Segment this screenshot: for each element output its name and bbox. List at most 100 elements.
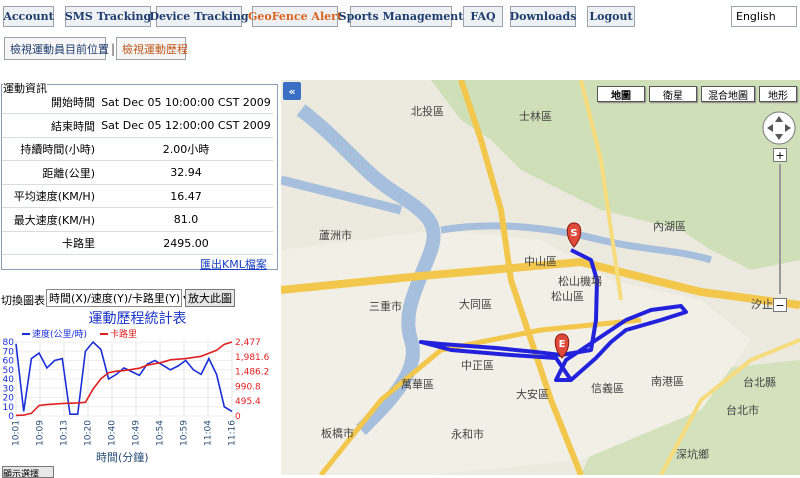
district-label: 三重市 xyxy=(369,299,402,313)
info-row-value: 32.94 xyxy=(170,166,202,179)
chart-left-tick-label: 0 xyxy=(8,412,14,422)
chart-type-select[interactable]: 時間(X)/速度(Y)/卡路里(Y) ▼ xyxy=(46,289,189,307)
chart-type-value: 時間(X)/速度(Y)/卡路里(Y) xyxy=(49,292,181,305)
district-label: 中山區 xyxy=(524,255,557,268)
nav-sports-management-button[interactable]: Sports Management xyxy=(339,6,463,27)
chart-x-tick-label: 10:09 xyxy=(36,420,46,446)
info-row-label: 卡路里 xyxy=(62,237,95,250)
info-row-value: 16.47 xyxy=(170,189,202,203)
info-row-label: 結束時間 xyxy=(51,119,95,133)
export-kml-link[interactable]: 匯出KML檔案 xyxy=(200,256,267,272)
district-label: 中正區 xyxy=(461,359,494,372)
info-row-value: 2.00小時 xyxy=(162,143,210,156)
district-label: 永和市 xyxy=(451,427,484,441)
chart-x-tick-label: 11:16 xyxy=(228,420,238,446)
info-row-label: 持續時間(小時) xyxy=(20,143,95,156)
info-row-label: 距離(公里) xyxy=(42,166,95,180)
zoom-out-icon[interactable]: − xyxy=(773,298,787,312)
sub-tabs: 檢視運動員目前位置 | 檢視運動歷程 xyxy=(0,34,800,64)
chart-left-tick-label: 70 xyxy=(3,347,15,357)
chart-right-tick-label: 495.4 xyxy=(235,397,261,407)
chart-left-tick-label: 30 xyxy=(3,384,15,394)
zoom-chart-button[interactable]: 放大此圖 xyxy=(185,289,235,307)
chart-right-tick-label: 0 xyxy=(235,412,241,422)
map-type-satellite-button[interactable]: 衛星 xyxy=(649,86,697,102)
chart-x-tick-label: 10:40 xyxy=(108,420,118,446)
district-label: 大安區 xyxy=(516,387,549,401)
map-view[interactable]: S E 北投區 士林區 內湖區 中山區 松山區 松山機場 大同區 三重市 蘆洲市 中正區 萬華區 大安… xyxy=(281,80,800,475)
chart-x-tick-label: 10:13 xyxy=(60,420,70,446)
nav-sms-tracking-button[interactable]: SMS Tracking xyxy=(65,6,151,27)
zoom-in-icon[interactable]: + xyxy=(773,148,787,162)
info-row: 平均速度(KM/H) 16.47 xyxy=(2,185,273,208)
chart-left-tick-label: 50 xyxy=(3,366,15,376)
map-type-terrain-button[interactable]: 地形 xyxy=(759,86,797,102)
map-type-hybrid-button[interactable]: 混合地圖 xyxy=(701,86,755,102)
district-label: 南港區 xyxy=(651,375,684,388)
zoom-slider-track[interactable] xyxy=(779,164,781,294)
pan-control[interactable] xyxy=(761,110,797,146)
district-label: 松山機場 xyxy=(558,274,602,288)
chart-title: 運動歷程統計表 xyxy=(88,311,187,327)
chart-x-tick-label: 10:01 xyxy=(12,420,22,446)
info-row-value: 81.0 xyxy=(173,213,199,226)
svg-text:S: S xyxy=(570,228,577,239)
district-label: 松山區 xyxy=(551,289,584,303)
nav-faq-button[interactable]: FAQ xyxy=(463,6,503,27)
district-label: 大同區 xyxy=(459,297,492,311)
district-label: 台北市 xyxy=(726,403,759,417)
nav-device-tracking-button[interactable]: Device Tracking xyxy=(149,6,249,27)
map-type-map-button[interactable]: 地圖 xyxy=(597,86,645,102)
nav-account-button[interactable]: Account xyxy=(3,6,54,27)
chart-x-tick-label: 10:20 xyxy=(84,420,94,446)
chart-right-tick-label: 990.8 xyxy=(235,382,261,392)
chart-legend-label: 卡路里 xyxy=(110,328,137,340)
map-canvas[interactable]: S E 北投區 士林區內湖區中山區松山區松山機場大同區 三重市 蘆洲市中正區萬華區大安… xyxy=(281,80,800,475)
chart-right-tick-label: 1,981.6 xyxy=(235,353,270,363)
nav-geofence-alert-button[interactable]: GeoFence Alert xyxy=(248,6,342,27)
info-row: 持續時間(小時) 2.00小時 xyxy=(2,138,273,161)
top-navigation: Account SMS Tracking Device Tracking Geo… xyxy=(0,0,800,32)
language-value: English xyxy=(736,10,776,23)
tab-current-position[interactable]: 檢視運動員目前位置 xyxy=(4,37,109,60)
chart-legend-label: 速度(公里/時) xyxy=(32,328,87,340)
district-label: 板橋市 xyxy=(321,426,354,440)
language-select[interactable]: English xyxy=(731,6,797,27)
district-label: 北投區 xyxy=(411,104,444,118)
info-row: 結束時間 Sat Dec 05 12:00:00 CST 2009 xyxy=(2,115,273,138)
chart-right-tick-label: 2,477 xyxy=(235,338,261,348)
district-label: 台北縣 xyxy=(743,375,776,389)
info-row: 距離(公里) 32.94 xyxy=(2,162,273,185)
chart-switch-label: 切換圖表: xyxy=(1,294,49,307)
district-label: 士林區 xyxy=(519,109,552,123)
info-row-value: Sat Dec 05 12:00:00 CST 2009 xyxy=(101,119,271,132)
show-selection-button[interactable]: 顯示選擇 xyxy=(2,466,54,478)
chart-left-tick-label: 60 xyxy=(3,357,15,367)
district-label: 內湖區 xyxy=(653,220,686,233)
chart-x-tick-label: 10:54 xyxy=(156,420,166,446)
chart-right-tick-label: 1,486.2 xyxy=(235,368,269,378)
chart-left-tick-label: 20 xyxy=(3,394,15,404)
tab-history[interactable]: 檢視運動歷程 xyxy=(116,37,188,60)
nav-downloads-button[interactable]: Downloads xyxy=(510,6,576,27)
chart-left-tick-label: 10 xyxy=(3,403,15,413)
info-row-value: 2495.00 xyxy=(163,236,209,250)
svg-text:E: E xyxy=(559,339,566,350)
info-row-label: 開始時間 xyxy=(51,96,95,109)
tab-separator: | xyxy=(111,42,116,56)
chart-x-tick-label: 10:49 xyxy=(132,420,142,446)
chart-left-tick-label: 40 xyxy=(3,375,15,385)
chart-left-tick-label: 80 xyxy=(3,338,15,348)
activity-chart: 10:01 10:09 10:13 10:20 10:40 10:49 10:54 10:59… xyxy=(3,328,270,446)
info-row-value: Sat Dec 05 10:00:00 CST 2009 xyxy=(101,95,271,109)
chart-x-axis-label: 時間(分鐘) xyxy=(96,451,149,464)
collapse-panel-button[interactable]: « xyxy=(283,82,301,100)
district-label: 信義區 xyxy=(591,381,624,395)
info-row: 卡路里 2495.00 xyxy=(2,232,273,255)
nav-logout-button[interactable]: Logout xyxy=(587,6,635,27)
chart-x-tick-label: 10:59 xyxy=(180,420,190,446)
district-label: 蘆洲市 xyxy=(319,228,352,242)
info-row-label: 平均速度(KM/H) xyxy=(13,190,95,203)
start-marker: S xyxy=(566,222,582,248)
district-label: 深坑鄉 xyxy=(676,447,709,461)
